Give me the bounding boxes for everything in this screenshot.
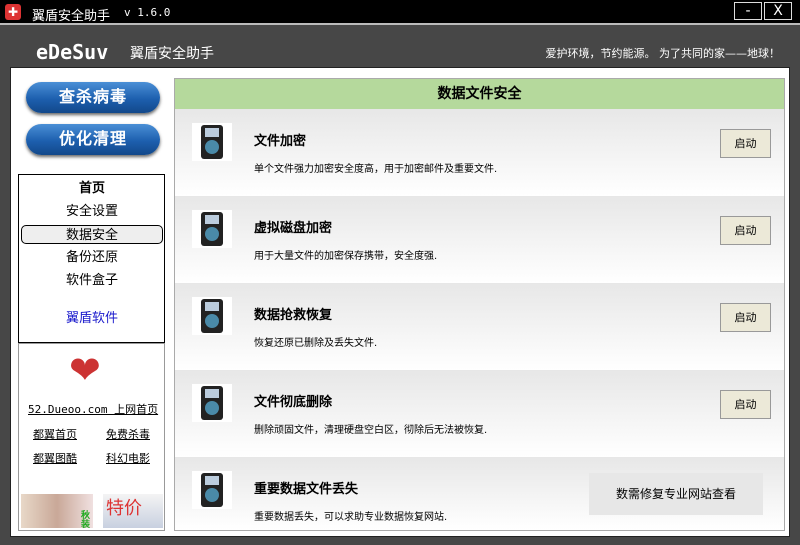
brand-logo: eDeSuv [36, 40, 109, 64]
start-button[interactable]: 启动 [720, 129, 771, 158]
sidebar-item-data-security[interactable]: 数据安全 [21, 225, 163, 244]
yidun-software-link[interactable]: 翼盾软件 [21, 309, 163, 328]
app-logo-icon: ✚ [5, 4, 21, 20]
feature-row: 文件彻底删除 删除顽固文件，清理硬盘空白区，彻除后无法被恢复. 启动 [175, 370, 784, 457]
app-version: v 1.6.0 [124, 6, 171, 19]
sidebar-item-software-box[interactable]: 软件盒子 [21, 271, 163, 290]
sidebar-nav: 首页 安全设置 数据安全 备份还原 软件盒子 翼盾软件 [18, 174, 165, 343]
feature-title: 虚拟磁盘加密 [254, 221, 333, 236]
ipod-icon [192, 297, 232, 335]
ad-panel: ❤ 52.Dueoo.com 上网首页 都翼首页 免费杀毒 都翼图酷 科幻电影 … [18, 343, 165, 531]
brand-name: 翼盾安全助手 [130, 46, 214, 62]
ad-link[interactable]: 免费杀毒 [106, 426, 150, 442]
start-button[interactable]: 启动 [720, 303, 771, 332]
ad-banner-sale[interactable]: 特价 [103, 494, 163, 528]
feature-title: 文件加密 [254, 134, 307, 149]
main-panel: 数据文件安全 文件加密 单个文件强力加密安全度高，用于加密邮件及重要文件. 启动… [174, 78, 785, 531]
feature-desc: 删除顽固文件，清理硬盘空白区，彻除后无法被恢复. [254, 425, 488, 436]
title-bar: ✚ 翼盾安全助手 v 1.6.0 - X [0, 0, 800, 25]
ad-link[interactable]: 都翼图酷 [33, 450, 77, 466]
feature-desc: 恢复还原已删除及丢失文件. [254, 338, 378, 349]
close-button[interactable]: X [764, 2, 792, 20]
feature-title: 数据抢救恢复 [254, 308, 333, 323]
feature-desc: 单个文件强力加密安全度高，用于加密邮件及重要文件. [254, 164, 498, 175]
feature-row: 虚拟磁盘加密 用于大量文件的加密保存携带，安全度强. 启动 [175, 196, 784, 283]
slogan: 爱护环境，节约能源。 为了共同的家——地球！ [545, 47, 781, 60]
ad-link[interactable]: 都翼首页 [33, 426, 77, 442]
feature-row: 重要数据文件丢失 重要数据丢失，可以求助专业数据恢复网站. 数需修复专业网站查看 [175, 457, 784, 530]
feature-title: 重要数据文件丢失 [254, 482, 359, 497]
start-button[interactable]: 启动 [720, 216, 771, 245]
sidebar-item-home[interactable]: 首页 [21, 179, 163, 198]
feature-row: 文件加密 单个文件强力加密安全度高，用于加密邮件及重要文件. 启动 [175, 109, 784, 196]
start-button[interactable]: 启动 [720, 390, 771, 419]
ad-link[interactable]: 科幻电影 [106, 450, 150, 466]
feature-desc: 重要数据丢失，可以求助专业数据恢复网站. [254, 512, 448, 523]
minimize-button[interactable]: - [734, 2, 762, 20]
ipod-icon [192, 384, 232, 422]
window-title: 翼盾安全助手 [32, 9, 111, 24]
page-title: 数据文件安全 [175, 79, 784, 109]
ipod-icon [192, 210, 232, 248]
scan-virus-button[interactable]: 查杀病毒 [26, 82, 160, 113]
optimize-clean-button[interactable]: 优化清理 [26, 124, 160, 155]
feature-row: 数据抢救恢复 恢复还原已删除及丢失文件. 启动 [175, 283, 784, 370]
recovery-site-button[interactable]: 数需修复专业网站查看 [589, 473, 763, 515]
heart-icon: ❤ [69, 348, 101, 392]
sidebar-item-security-settings[interactable]: 安全设置 [21, 202, 163, 221]
feature-title: 文件彻底删除 [254, 395, 333, 410]
dueoo-home-link[interactable]: 52.Dueoo.com 上网首页 [28, 401, 158, 417]
sidebar-item-backup-restore[interactable]: 备份还原 [21, 248, 163, 267]
ipod-icon [192, 123, 232, 161]
feature-desc: 用于大量文件的加密保存携带，安全度强. [254, 251, 438, 262]
ipod-icon [192, 471, 232, 509]
ad-banner-clothing[interactable]: 秋装 [21, 494, 93, 528]
